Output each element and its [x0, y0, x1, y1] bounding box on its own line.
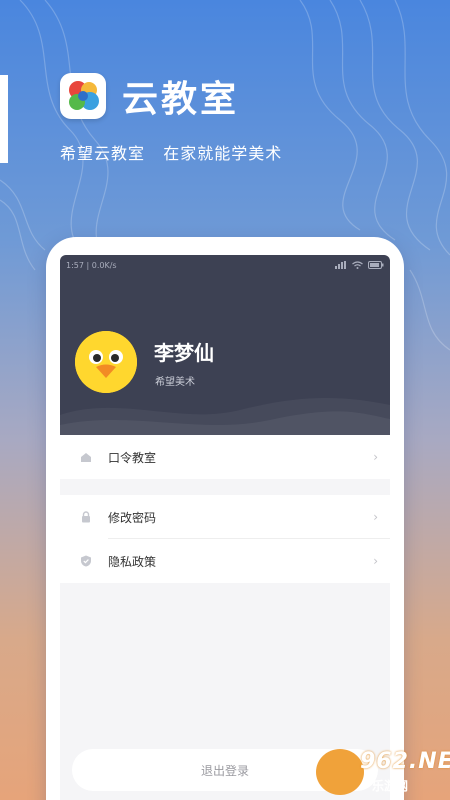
menu-item-change-password[interactable]: 修改密码 › — [60, 495, 390, 539]
user-organization: 希望美术 — [155, 377, 195, 388]
home-icon — [80, 451, 92, 463]
menu-group-1: 口令教室 › — [60, 435, 390, 479]
menu-item-label: 修改密码 — [108, 510, 157, 525]
shield-icon — [80, 555, 92, 567]
app-tagline: 希望云教室 在家就能学美术 — [60, 144, 283, 163]
chevron-right-icon: › — [373, 450, 378, 464]
watermark-logo — [316, 749, 364, 795]
watermark-text: 962.NET — [360, 749, 450, 774]
watermark: 962.NET 乐游网 — [316, 745, 450, 797]
app-title: 云教室 — [122, 79, 240, 120]
chevron-right-icon: › — [373, 554, 378, 568]
battery-icon — [368, 261, 384, 269]
menu-item-label: 口令教室 — [108, 450, 157, 465]
avatar[interactable] — [75, 331, 137, 393]
app-logo — [60, 73, 106, 119]
status-bar: 1:57 | 0.0K/s — [60, 255, 390, 275]
left-accent-bar — [0, 75, 8, 163]
profile-header: 1:57 | 0.0K/s 李梦仙 希望美术 — [60, 255, 390, 435]
menu-group-2: 修改密码 › 隐私政策 › — [60, 495, 390, 583]
lock-icon — [80, 511, 92, 523]
phone-frame: 1:57 | 0.0K/s 李梦仙 希望美术 口令教室 › 修改密码 › 隐私政… — [46, 237, 404, 800]
menu-item-privacy-policy[interactable]: 隐私政策 › — [60, 539, 390, 583]
chevron-right-icon: › — [373, 510, 378, 524]
phone-screen: 1:57 | 0.0K/s 李梦仙 希望美术 口令教室 › 修改密码 › 隐私政… — [60, 255, 390, 800]
signal-icon — [335, 261, 346, 269]
menu-item-label: 隐私政策 — [108, 554, 157, 569]
menu-item-password-classroom[interactable]: 口令教室 › — [60, 435, 390, 479]
app-header: 云教室 — [60, 70, 239, 122]
status-time: 1:57 | 0.0K/s — [66, 260, 117, 270]
watermark-subtext: 乐游网 — [372, 779, 409, 793]
user-name: 李梦仙 — [154, 341, 214, 365]
wifi-icon — [352, 261, 363, 269]
